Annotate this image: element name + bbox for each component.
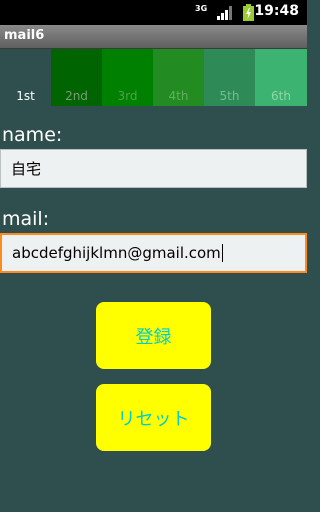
- app-title: mail6: [4, 28, 45, 43]
- name-field-value: 自宅: [11, 160, 42, 178]
- tab-5th[interactable]: 5th: [204, 49, 255, 106]
- tab-label: 5th: [219, 89, 240, 103]
- tab-bar: 1st 2nd 3rd 4th 5th 6th: [0, 49, 307, 106]
- reset-button[interactable]: リセット: [96, 384, 211, 451]
- tab-label: 2nd: [65, 89, 88, 103]
- tab-2nd[interactable]: 2nd: [51, 49, 102, 106]
- network-type: 3G: [195, 4, 208, 13]
- signal-icon: [217, 6, 232, 20]
- mail-field-value: abcdefghijklmn@gmail.com: [12, 244, 221, 262]
- text-cursor: [221, 244, 223, 262]
- mail-label: mail:: [2, 208, 50, 230]
- tab-label: 4th: [168, 89, 189, 103]
- tab-1st[interactable]: 1st: [0, 49, 51, 106]
- battery-charging-icon: [243, 4, 254, 21]
- tab-3rd[interactable]: 3rd: [102, 49, 153, 106]
- tab-label: 1st: [16, 89, 35, 103]
- tab-label: 3rd: [117, 89, 138, 103]
- name-field[interactable]: 自宅: [0, 149, 307, 188]
- tab-4th[interactable]: 4th: [153, 49, 204, 106]
- title-bar: mail6: [0, 25, 307, 49]
- register-button[interactable]: 登録: [96, 302, 211, 369]
- tab-label: 6th: [271, 89, 291, 103]
- name-label: name:: [2, 124, 63, 146]
- mail-field[interactable]: abcdefghijklmn@gmail.com: [0, 233, 307, 273]
- tab-6th[interactable]: 6th: [255, 49, 307, 106]
- status-bar: 3G 19:48: [0, 0, 307, 25]
- status-time: 19:48: [254, 3, 299, 19]
